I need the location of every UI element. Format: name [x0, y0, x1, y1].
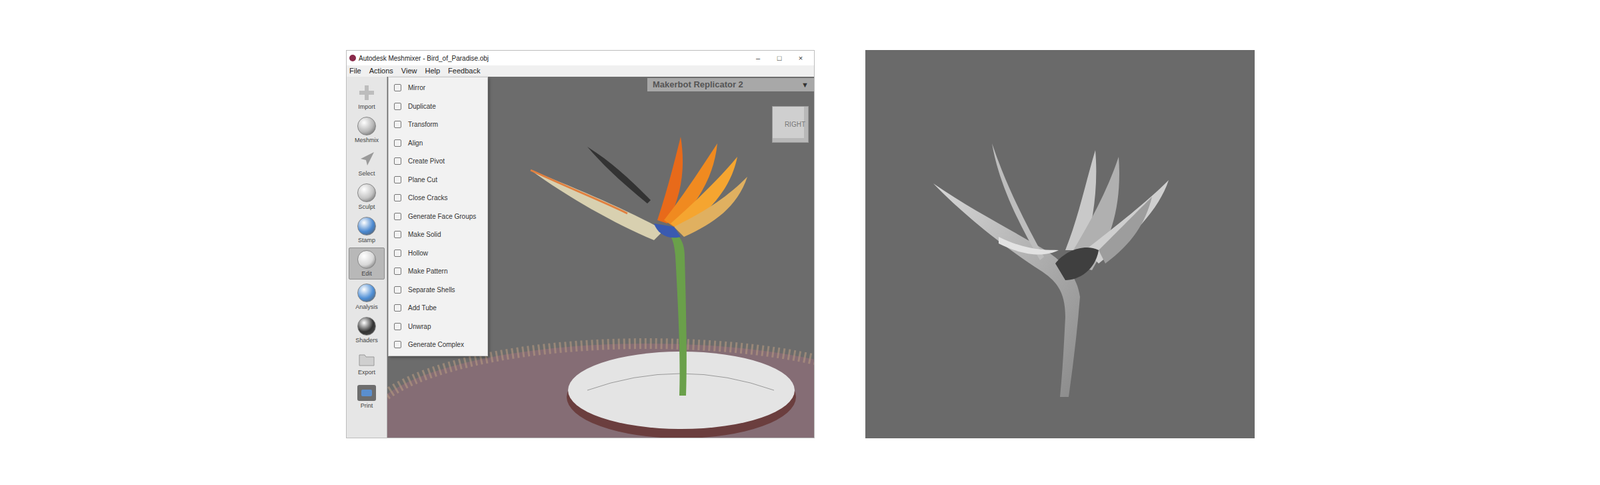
menu-item-icon [394, 194, 402, 202]
window-title: Autodesk Meshmixer - Bird_of_Paradise.ob… [358, 53, 748, 64]
tool-label: Stamp [358, 236, 376, 244]
edit-menu-item[interactable]: Hollow [388, 244, 488, 263]
edit-menu-item[interactable]: Plane Cut [388, 170, 488, 190]
tool-label: Export [358, 368, 376, 376]
menu-item-icon [394, 249, 402, 257]
edit-menu-item[interactable]: Transform [388, 115, 488, 134]
edit-menu-item[interactable]: Add Tube [388, 298, 488, 318]
sculpt-brush-icon [357, 183, 376, 202]
menu-item-icon [394, 286, 402, 294]
printer-icon [357, 384, 376, 401]
edit-menu: Mirror Duplicate Transform Align Create Pivo… [388, 76, 488, 356]
menu-item-icon [394, 102, 402, 110]
edit-menu-label: Hollow [408, 248, 428, 258]
tool-button[interactable]: Edit [348, 247, 385, 280]
plus-icon [357, 83, 376, 102]
edit-menu-label: Create Pivot [408, 156, 445, 166]
edit-menu-label: Make Pattern [408, 266, 448, 276]
tool-button[interactable]: Sculpt [348, 180, 385, 213]
edit-menu-item[interactable]: Generate Face Groups [388, 207, 488, 226]
view-cube[interactable]: RIGHT [772, 106, 809, 143]
edit-menu-item[interactable]: Unwrap [388, 317, 488, 336]
menu-item-icon [394, 120, 402, 128]
edit-menu-item[interactable]: Separate Shells [388, 280, 488, 300]
menu-item-icon [394, 340, 402, 348]
edit-icon [357, 250, 376, 269]
menu-item-icon [394, 267, 402, 275]
edit-menu-label: Align [408, 138, 423, 148]
meshmix-sphere-icon [357, 116, 376, 136]
stamp-icon [357, 216, 376, 236]
menu-item-icon [394, 84, 402, 92]
menu-item-icon [394, 176, 402, 184]
main-area: Import Meshmix Select Sculpt Stamp Edit Analys… [346, 76, 814, 438]
tool-label: Meshmix [354, 136, 379, 144]
tool-label: Import [358, 103, 376, 111]
app-logo-icon [349, 54, 356, 62]
tool-button[interactable]: Meshmix [348, 114, 385, 146]
edit-menu-item[interactable]: Make Pattern [388, 262, 488, 281]
edit-menu-item[interactable]: Generate Complex [388, 335, 488, 354]
tool-button[interactable]: Print [348, 380, 385, 413]
printer-label: Makerbot Replicator 2 [652, 78, 802, 92]
folder-icon [357, 351, 376, 368]
menu-item[interactable]: Feedback [448, 65, 480, 77]
menu-bar: File Actions View Help Feedback [346, 65, 814, 77]
tool-button[interactable]: Analysis [348, 280, 385, 313]
menu-item-icon [394, 230, 402, 238]
window-control-button[interactable]: × [790, 52, 812, 64]
render-preview [865, 50, 1255, 438]
edit-menu-item[interactable]: Duplicate [388, 97, 488, 116]
flower-render-icon [865, 50, 1255, 438]
edit-menu-label: Mirror [408, 82, 426, 93]
tool-label: Print [360, 402, 374, 410]
view-cube-label: RIGHT [784, 119, 806, 130]
printer-dropdown[interactable]: Makerbot Replicator 2▼ [647, 78, 814, 92]
edit-menu-label: Add Tube [408, 302, 437, 313]
tool-button[interactable]: Select [348, 147, 385, 180]
menu-item[interactable]: Help [424, 65, 440, 77]
tool-label: Analysis [355, 303, 378, 311]
menu-item-icon [394, 212, 402, 220]
edit-menu-label: Plane Cut [408, 174, 438, 185]
tool-button[interactable]: Stamp [348, 214, 385, 246]
menu-item[interactable]: Actions [369, 65, 394, 77]
menu-item[interactable]: View [401, 65, 418, 77]
edit-menu-item[interactable]: Make Solid [388, 225, 488, 244]
edit-menu-label: Generate Face Groups [408, 211, 476, 222]
edit-menu-label: Separate Shells [408, 284, 456, 295]
title-bar: Autodesk Meshmixer - Bird_of_Paradise.ob… [346, 50, 814, 66]
edit-menu-item[interactable]: Align [388, 134, 488, 153]
menu-item-icon [394, 157, 402, 165]
select-arrow-icon [357, 150, 376, 169]
menu-item-icon [394, 304, 402, 312]
tool-button[interactable]: Shaders [348, 314, 385, 346]
menu-item-icon [394, 139, 402, 147]
edit-menu-item[interactable]: Close Cracks [388, 188, 488, 208]
edit-menu-label: Duplicate [408, 101, 436, 112]
edit-menu-label: Close Cracks [408, 192, 448, 203]
tool-label: Sculpt [358, 203, 375, 211]
tool-button[interactable]: Export [348, 347, 385, 380]
menu-item-icon [394, 322, 402, 330]
analysis-globe-icon [357, 283, 376, 302]
window-control-button[interactable]: □ [768, 52, 790, 64]
edit-menu-label: Unwrap [408, 321, 431, 332]
meshmixer-window: Autodesk Meshmixer - Bird_of_Paradise.ob… [346, 50, 815, 438]
edit-menu-label: Transform [408, 119, 438, 130]
window-control-button[interactable]: – [747, 52, 769, 64]
edit-menu-item[interactable]: Mirror [388, 78, 488, 98]
toolbar: Import Meshmix Select Sculpt Stamp Edit Analys… [346, 76, 388, 438]
tool-label: Select [358, 170, 375, 178]
shader-sphere-icon [357, 316, 376, 336]
tool-button[interactable]: Import [348, 80, 385, 113]
tool-label: Shaders [355, 336, 378, 344]
edit-menu-label: Make Solid [408, 229, 441, 240]
edit-menu-item[interactable]: Create Pivot [388, 152, 488, 171]
tool-label: Edit [361, 270, 372, 278]
dropdown-arrow: ▼ [801, 79, 809, 91]
edit-menu-label: Generate Complex [408, 339, 464, 350]
menu-item[interactable]: File [349, 65, 362, 77]
